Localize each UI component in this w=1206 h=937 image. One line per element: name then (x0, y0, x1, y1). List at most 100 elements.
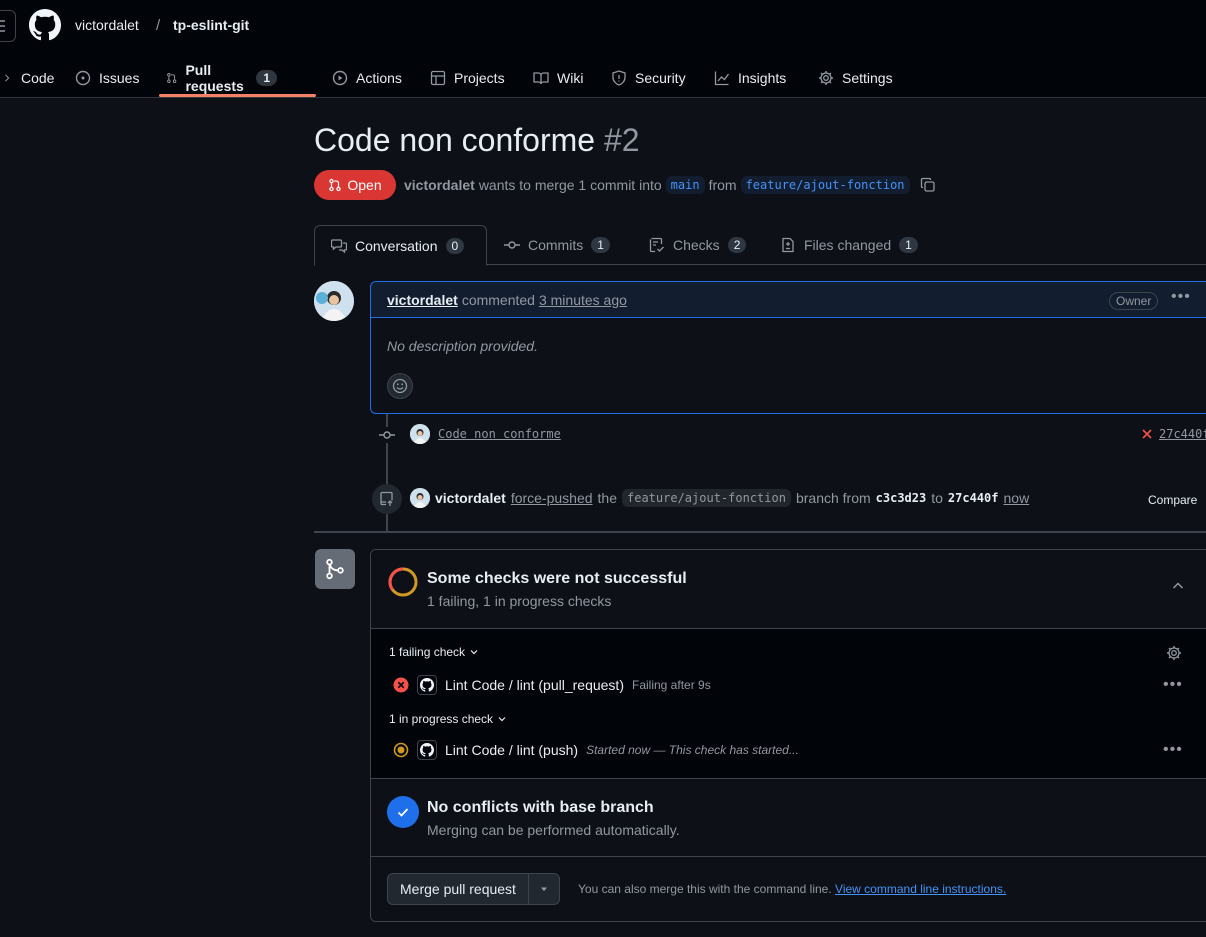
progress-check-name: Lint Code / lint (push) (445, 742, 579, 758)
avatar[interactable] (314, 281, 354, 321)
tab-wiki[interactable]: Wiki (533, 58, 583, 98)
smiley-icon (392, 378, 408, 394)
chevron-right-icon (5, 74, 10, 82)
check-row-failing[interactable]: Lint Code / lint (pull_request) Failing … (393, 675, 711, 695)
tab-pull-requests-label: Pull requests (185, 62, 244, 94)
commit-message-link[interactable]: Code non conforme (438, 427, 561, 441)
comment-action: commented (461, 291, 535, 308)
merge-actions: Merge pull request You can also merge th… (371, 857, 1206, 921)
compare-button[interactable]: Compare (1148, 493, 1197, 507)
conflicts-title: No conflicts with base branch (427, 799, 654, 816)
force-pushed-link[interactable]: force-pushed (511, 490, 593, 506)
progress-check-options-icon[interactable]: ••• (1163, 741, 1183, 759)
chevron-down-icon (498, 717, 506, 722)
play-icon (332, 70, 348, 86)
tab-insights[interactable]: Insights (714, 58, 786, 98)
comment-author[interactable]: victordalet (387, 292, 458, 308)
checks-settings-gear-icon[interactable] (1166, 645, 1182, 661)
in-progress-checks-toggle[interactable]: 1 in progress check (389, 712, 508, 726)
comment-body: No description provided. (387, 338, 538, 354)
cli-hint: You can also merge this with the command… (578, 882, 1006, 896)
push-time[interactable]: now (1004, 490, 1030, 506)
checks-summary[interactable]: Some checks were not successful 1 failin… (371, 550, 1206, 629)
comment-timestamp[interactable]: 3 minutes ago (539, 292, 627, 308)
file-diff-icon (782, 237, 794, 253)
github-app-icon (417, 675, 437, 695)
head-branch[interactable]: feature/ajout-fonction (740, 176, 910, 194)
tab-files-changed[interactable]: Files changed 1 (780, 225, 918, 265)
push-actor[interactable]: victordalet (435, 490, 506, 506)
github-logo-icon[interactable] (29, 9, 61, 41)
tab-actions[interactable]: Actions (332, 58, 402, 98)
merge-pull-request-button[interactable]: Merge pull request (388, 874, 529, 904)
breadcrumb-owner[interactable]: victordalet (75, 17, 139, 33)
progress-check-status: Started now — This check has started... (586, 743, 799, 757)
push-branch[interactable]: feature/ajout-fonction (622, 489, 791, 507)
comment-header: victordalet commented 3 minutes ago Owne… (371, 282, 1206, 318)
push-branch-from: branch from (795, 490, 871, 506)
tab-actions-label: Actions (356, 70, 402, 86)
tab-settings[interactable]: Settings (818, 58, 893, 98)
add-reaction-button[interactable] (387, 373, 413, 399)
tab-commits[interactable]: Commits 1 (504, 225, 610, 265)
merge-method-dropdown[interactable] (529, 874, 559, 904)
tab-projects-label: Projects (454, 70, 505, 86)
hamburger-menu-button[interactable] (0, 10, 16, 42)
tab-issues[interactable]: Issues (75, 58, 139, 98)
pr-author-link[interactable]: victordalet (404, 177, 475, 193)
tab-code[interactable]: Code (3, 58, 54, 98)
repo-push-icon (380, 491, 393, 506)
gear-icon[interactable] (1166, 723, 1182, 739)
pr-merge-text: wants to merge 1 commit into (478, 177, 662, 193)
git-pull-request-icon (329, 178, 342, 192)
copy-icon[interactable] (920, 177, 936, 193)
tab-conversation[interactable]: Conversation 0 (314, 225, 487, 266)
failing-check-status: Failing after 9s (632, 678, 711, 692)
book-icon (533, 72, 549, 85)
pr-from-text: from (708, 177, 737, 193)
chevron-up-icon[interactable] (1170, 578, 1186, 594)
pr-meta: victordalet wants to merge 1 commit into… (404, 176, 936, 194)
git-pull-request-icon (167, 73, 177, 83)
github-app-icon (417, 740, 437, 760)
tab-pull-requests[interactable]: Pull requests 1 (166, 58, 278, 98)
git-commit-icon (379, 427, 395, 443)
tab-projects[interactable]: Projects (430, 58, 505, 98)
push-old-sha[interactable]: c3c3d23 (876, 491, 927, 505)
commit-sha-link[interactable]: 27c440f (1141, 427, 1206, 441)
dot-fill-icon (393, 742, 409, 758)
tab-security-label: Security (635, 70, 686, 86)
tab-checks-label: Checks (673, 237, 720, 253)
git-merge-icon (326, 558, 344, 580)
merge-box: Some checks were not successful 1 failin… (370, 549, 1206, 922)
cli-instructions-link[interactable]: View command line instructions. (835, 882, 1006, 896)
comment-options-icon[interactable]: ••• (1171, 288, 1191, 306)
pr-title-text: Code non conforme (314, 122, 596, 158)
pr-tabs: Conversation 0 Commits 1 Checks 2 Files … (314, 225, 1206, 266)
tab-security[interactable]: Security (611, 58, 686, 98)
git-commit-icon (504, 241, 520, 249)
failing-check-options-icon[interactable]: ••• (1163, 676, 1183, 694)
push-avatar (410, 488, 430, 508)
checks-count: 2 (727, 237, 747, 253)
base-branch[interactable]: main (665, 176, 705, 194)
check-row-in-progress[interactable]: Lint Code / lint (push) Started now — Th… (393, 740, 799, 760)
breadcrumb-repo[interactable]: tp-eslint-git (173, 17, 249, 33)
timeline-commit: Code non conforme (410, 424, 561, 444)
pull-requests-count-badge: 1 (256, 70, 278, 86)
graph-icon (714, 71, 730, 86)
tab-checks[interactable]: Checks 2 (649, 225, 747, 265)
commit-avatar (410, 424, 430, 444)
shield-icon (612, 70, 626, 86)
conflicts-section: No conflicts with base branch Merging ca… (371, 779, 1206, 857)
failing-checks-toggle[interactable]: 1 failing check (389, 645, 480, 659)
failing-group-label: 1 failing check (389, 645, 466, 659)
pr-state-badge: Open (314, 170, 396, 200)
push-to: to (931, 490, 943, 506)
progress-group-label: 1 in progress check (389, 712, 494, 726)
force-push-badge (372, 484, 402, 514)
push-new-sha[interactable]: 27c440f (948, 491, 999, 505)
x-circle-fill-icon (393, 677, 409, 693)
tab-files-changed-label: Files changed (804, 237, 892, 253)
force-push-event: victordalet force-pushed the feature/ajo… (410, 488, 1029, 508)
